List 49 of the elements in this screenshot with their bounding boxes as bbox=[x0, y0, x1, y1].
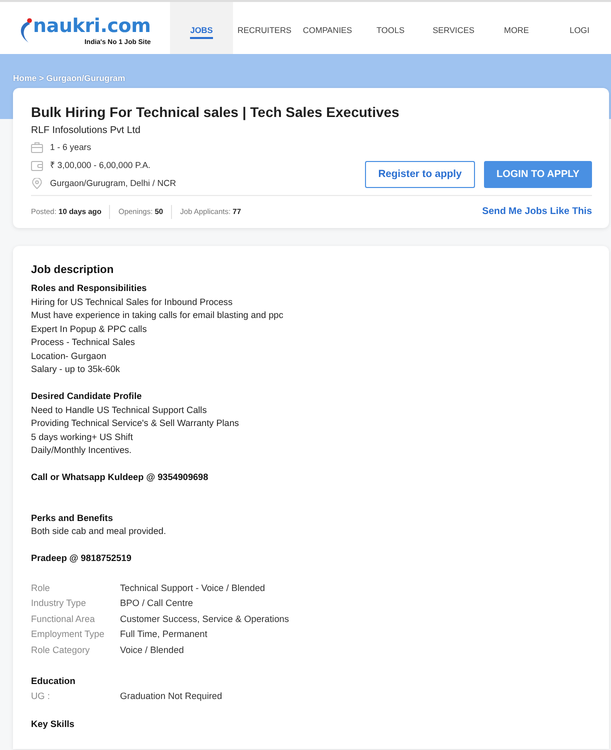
company-name: RLF Infosolutions Pvt Ltd bbox=[31, 124, 142, 137]
detail-value: Customer Success, Service & Operations bbox=[120, 612, 290, 626]
nav-tab[interactable]: LOGI bbox=[548, 2, 611, 54]
description-line: Expert In Popup & PPC calls bbox=[31, 322, 148, 336]
description-line: Need to Handle US Technical Support Calls bbox=[31, 404, 208, 417]
description-line: Location- Gurgaon bbox=[31, 350, 108, 363]
detail-value: BPO / Call Centre bbox=[120, 597, 194, 610]
job-detail-text: Gurgaon/Gurugram, Delhi / NCR bbox=[50, 177, 176, 189]
nav-tab[interactable]: RECRUITERS bbox=[233, 2, 296, 54]
job-detail-text: 1 - 6 years bbox=[50, 141, 92, 153]
description-subheading: Call or Whatsapp Kuldeep @ 9354909698 bbox=[31, 471, 210, 484]
detail-label: Role Category bbox=[31, 644, 91, 657]
job-title: Bulk Hiring For Technical sales | Tech Sales Executives bbox=[31, 103, 400, 121]
nav-tab[interactable]: JOBS bbox=[170, 2, 233, 54]
section-subheading: Key Skills bbox=[31, 718, 76, 731]
description-subheading: Desired Candidate Profile bbox=[31, 390, 143, 403]
description-subheading: Roles and Responsibilities bbox=[31, 282, 148, 295]
detail-label: Functional Area bbox=[31, 612, 96, 626]
detail-label: Industry Type bbox=[31, 597, 87, 610]
description-line: 5 days working+ US Shift bbox=[31, 430, 134, 444]
detail-label: Employment Type bbox=[31, 628, 106, 641]
detail-value: Technical Support - Voice / Blended bbox=[120, 582, 266, 595]
description-subheading: Perks and Benefits bbox=[31, 512, 114, 524]
register-to-apply-button[interactable]: Register to apply bbox=[365, 161, 475, 188]
description-line: Process - Technical Sales bbox=[31, 336, 136, 349]
section-heading: Job description bbox=[31, 263, 115, 278]
description-subheading: Pradeep @ 9818752519 bbox=[31, 552, 132, 565]
description-line: Hiring for US Technical Sales for Inbound Process bbox=[31, 296, 234, 309]
nav-tab[interactable]: SERVICES bbox=[422, 2, 485, 54]
description-line: Both side cab and meal provided. bbox=[31, 525, 167, 538]
send-jobs-link[interactable]: Send Me Jobs Like This bbox=[482, 204, 592, 220]
nav-tab[interactable]: MORE bbox=[485, 2, 548, 54]
section-subheading: Education bbox=[31, 674, 76, 688]
nav-tab[interactable]: COMPANIES bbox=[296, 2, 359, 54]
detail-label: Role bbox=[31, 582, 51, 594]
detail-value: Full Time, Permanent bbox=[120, 628, 208, 641]
job-detail-text: ₹ 3,00,000 - 6,00,000 P.A. bbox=[50, 159, 150, 171]
detail-label: UG : bbox=[31, 690, 51, 703]
description-line: Must have experience in taking calls for email blasting and ppc bbox=[31, 309, 284, 322]
wallet-icon bbox=[31, 160, 43, 170]
briefcase-icon bbox=[31, 142, 43, 152]
nav-tab[interactable]: TOOLS bbox=[359, 2, 422, 54]
detail-value: Voice / Blended bbox=[120, 644, 184, 656]
logo-text[interactable]: naukri.com bbox=[33, 16, 151, 37]
description-line: Salary - up to 35k-60k bbox=[31, 363, 121, 376]
detail-value: Graduation Not Required bbox=[120, 690, 222, 703]
location-pin-icon bbox=[32, 178, 42, 188]
description-line: Providing Technical Service's & Sell Warranty Plans bbox=[31, 417, 240, 430]
description-line: Daily/Monthly Incentives. bbox=[31, 444, 133, 457]
